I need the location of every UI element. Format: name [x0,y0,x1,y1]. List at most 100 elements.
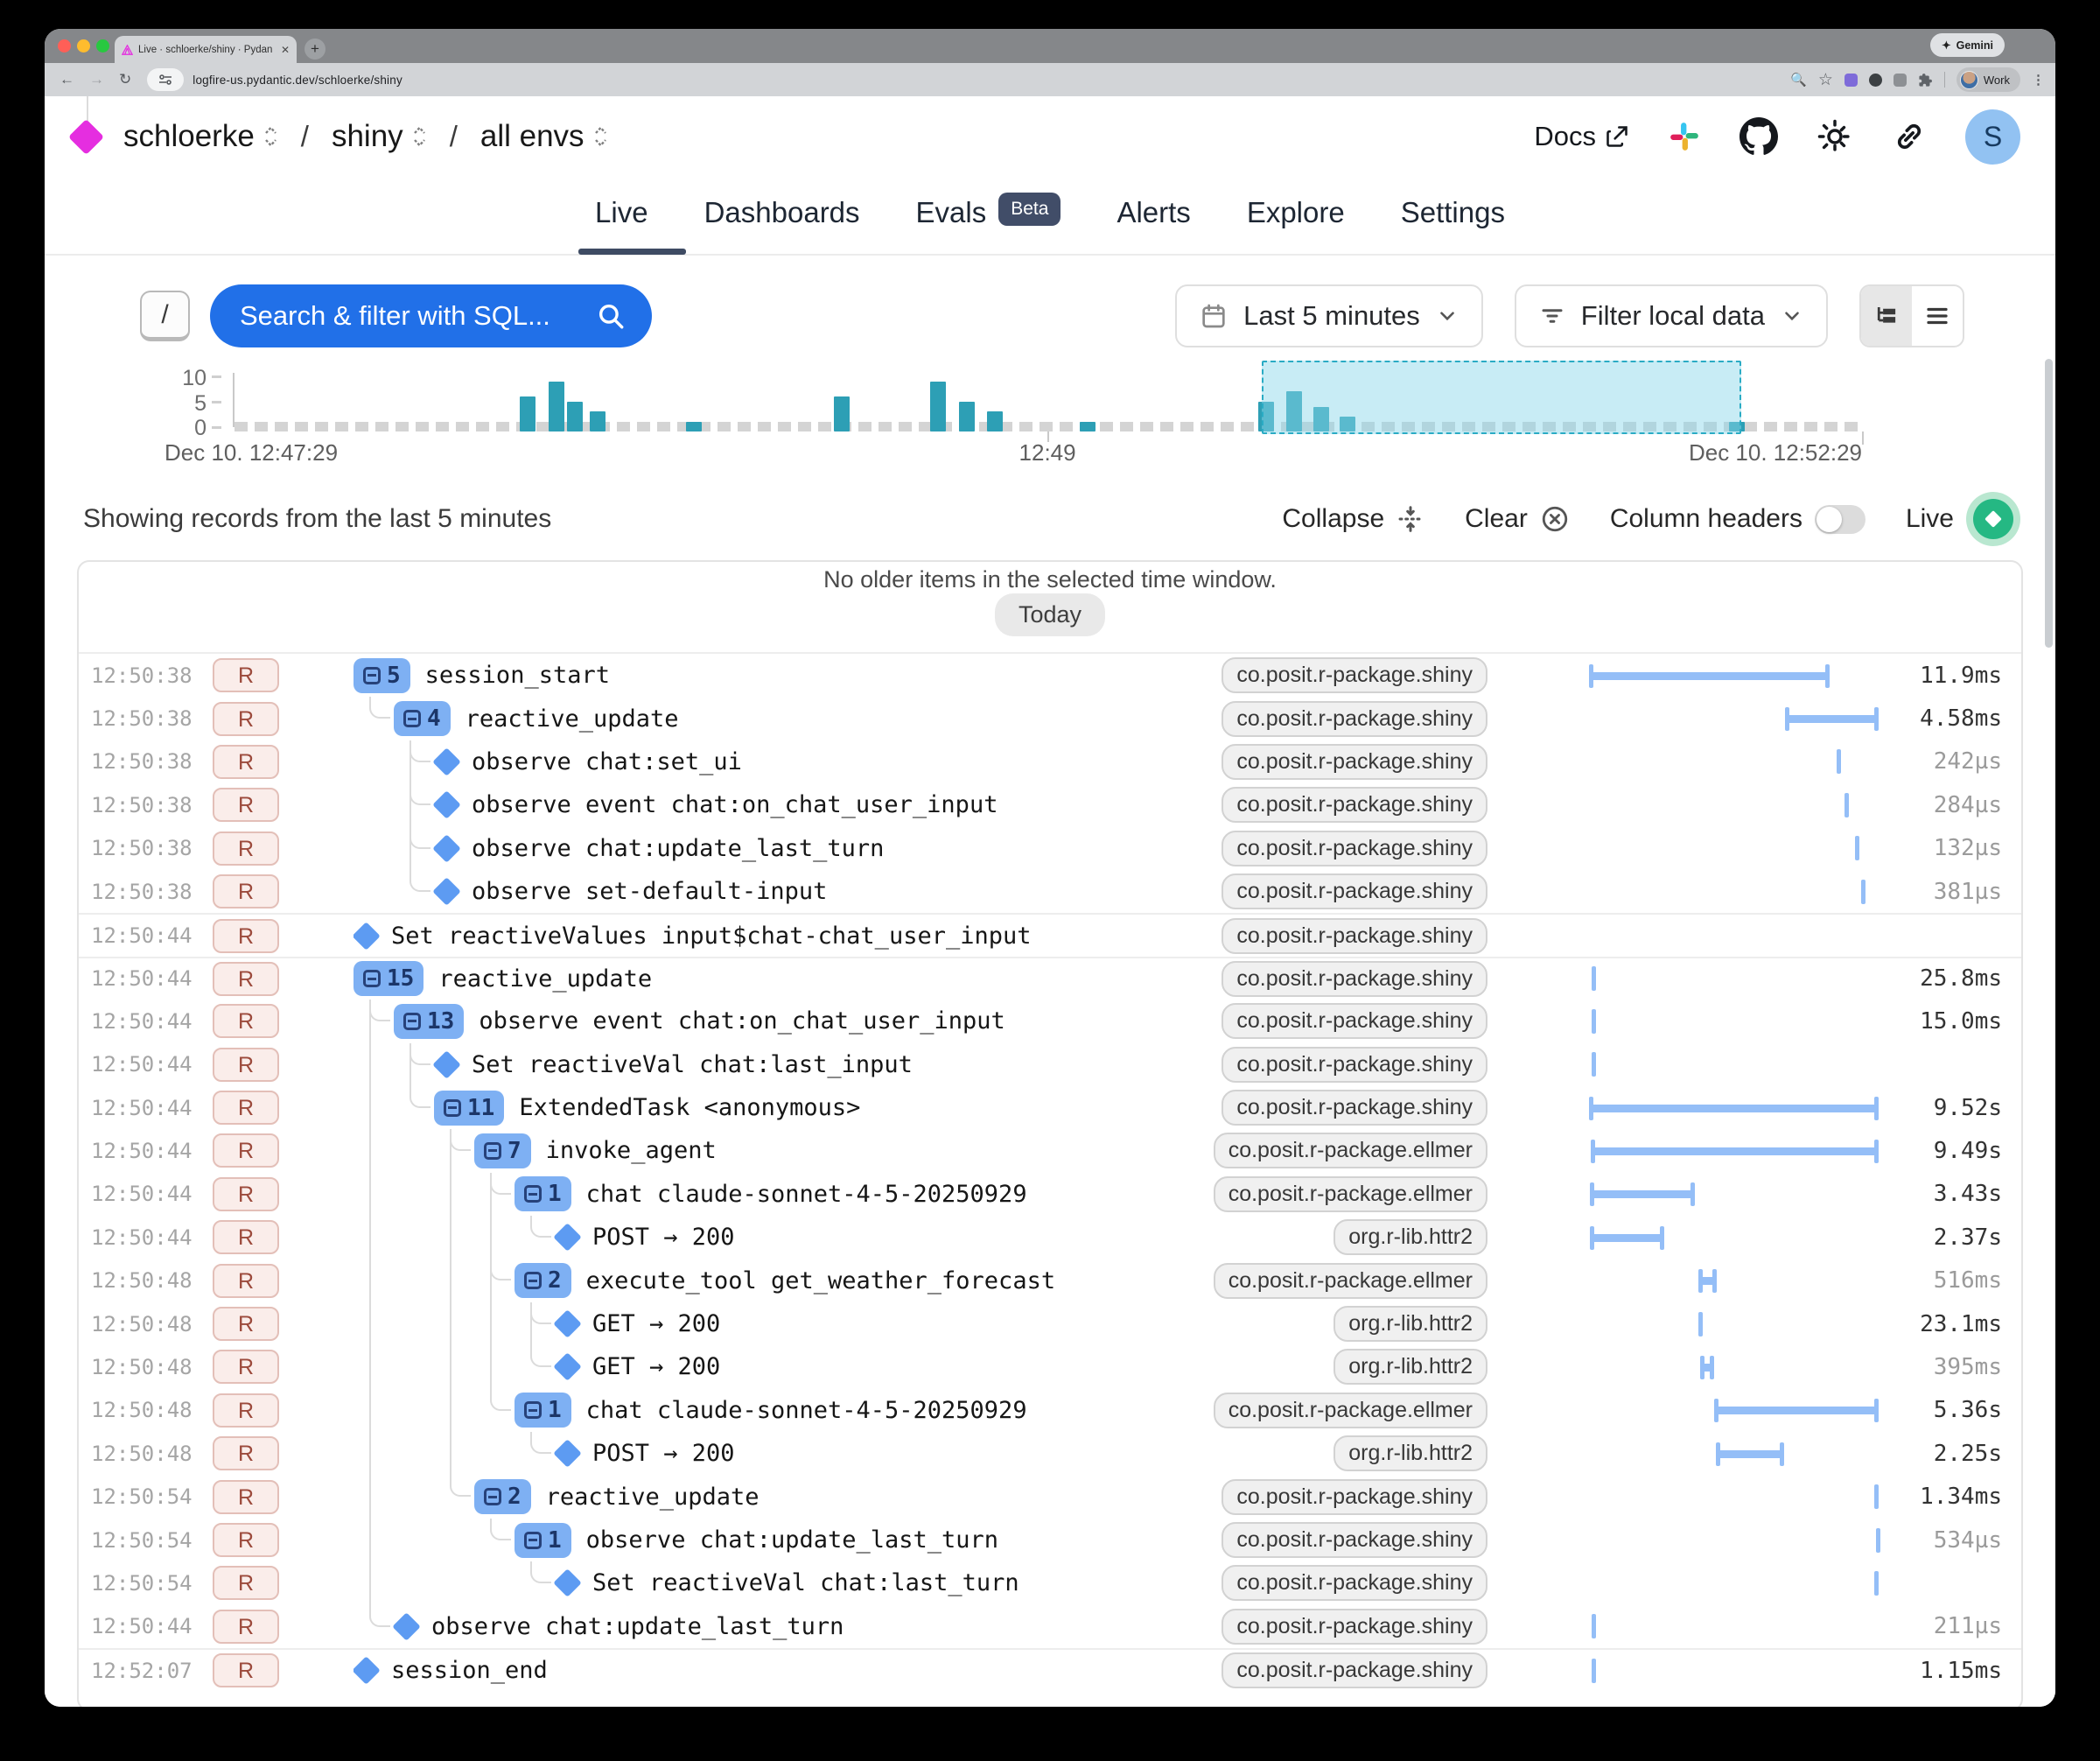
scope-tag[interactable]: org.r-lib.httr2 [1334,1306,1488,1342]
tab-alerts[interactable]: Alerts [1116,196,1190,229]
collapse-badge[interactable]: 2 [514,1263,571,1298]
table-row[interactable]: 12:50:44R7invoke_agentco.posit.r-package… [79,1129,2021,1172]
github-icon[interactable] [1740,117,1778,156]
time-range-dropdown[interactable]: Last 5 minutes [1175,284,1483,347]
traffic-maximize-button[interactable] [96,39,109,53]
tab-evals[interactable]: EvalsBeta [916,196,1061,229]
browser-tab[interactable]: Live · schloerke/shiny · Pydan ✕ [115,36,297,63]
scope-tag[interactable]: co.posit.r-package.shiny [1222,1047,1488,1083]
clear-button[interactable]: Clear [1465,504,1570,534]
table-row[interactable]: 12:50:38R4reactive_updateco.posit.r-pack… [79,697,2021,740]
table-row[interactable]: 12:50:48RGET → 200org.r-lib.httr2395ms [79,1345,2021,1388]
scope-tag[interactable]: co.posit.r-package.shiny [1222,1652,1488,1688]
scope-tag[interactable]: co.posit.r-package.shiny [1222,918,1488,954]
extensions-puzzle-icon[interactable] [1918,73,1933,88]
collapse-badge[interactable]: 15 [354,961,424,996]
docs-link[interactable]: Docs [1534,121,1629,152]
share-link-icon[interactable] [1892,119,1927,154]
collapse-badge[interactable]: 1 [514,1393,571,1428]
collapse-badge[interactable]: 7 [474,1133,531,1168]
column-headers-toggle[interactable] [1815,505,1866,534]
table-row[interactable]: 12:50:54RSet reactiveVal chat:last_turnc… [79,1561,2021,1604]
time-selection-region[interactable] [1262,361,1742,434]
table-row[interactable]: 12:50:38Robserve event chat:on_chat_user… [79,783,2021,826]
collapse-badge[interactable]: 5 [354,658,410,693]
table-row[interactable]: 12:50:44Robserve chat:update_last_turnco… [79,1605,2021,1648]
collapse-badge[interactable]: 1 [514,1176,571,1211]
histogram-bar[interactable] [549,382,564,431]
scrollbar-thumb[interactable] [2045,359,2053,648]
new-tab-button[interactable]: + [304,39,326,60]
list-view-button[interactable] [1912,286,1963,346]
tree-view-button[interactable] [1861,286,1912,346]
scope-tag[interactable]: co.posit.r-package.shiny [1222,701,1488,737]
table-row[interactable]: 12:50:48RPOST → 200org.r-lib.httr22.25s [79,1432,2021,1475]
forward-icon[interactable]: → [89,71,104,88]
tab-dashboards[interactable]: Dashboards [704,196,860,229]
scope-tag[interactable]: co.posit.r-package.ellmer [1214,1393,1488,1428]
scope-tag[interactable]: co.posit.r-package.ellmer [1214,1263,1488,1299]
histogram-bar[interactable] [590,411,606,431]
scope-tag[interactable]: co.posit.r-package.shiny [1222,1479,1488,1515]
scope-tag[interactable]: co.posit.r-package.shiny [1222,744,1488,780]
collapse-button[interactable]: Collapse [1282,504,1424,534]
collapse-badge[interactable]: 2 [474,1479,531,1514]
env-selector[interactable]: all envs [480,119,608,154]
collapse-badge[interactable]: 1 [514,1523,571,1558]
table-row[interactable]: 12:50:38Robserve set-default-inputco.pos… [79,870,2021,913]
project-selector[interactable]: shiny [332,119,427,154]
scope-tag[interactable]: co.posit.r-package.shiny [1222,831,1488,866]
table-row[interactable]: 12:50:44R1chat claude-sonnet-4-5-2025092… [79,1173,2021,1216]
table-row[interactable]: 12:50:38R5session_startco.posit.r-packag… [79,654,2021,697]
histogram-bar[interactable] [834,396,850,431]
table-row[interactable]: 12:50:54R1observe chat:update_last_turnc… [79,1519,2021,1561]
gear-extension-icon[interactable] [1869,74,1882,87]
slack-icon[interactable] [1668,120,1701,153]
table-row[interactable]: 12:50:48R2execute_tool get_weather_forec… [79,1259,2021,1301]
collapse-badge[interactable]: 13 [394,1004,464,1039]
scope-tag[interactable]: co.posit.r-package.shiny [1222,873,1488,909]
site-info-button[interactable] [147,68,184,91]
traffic-minimize-button[interactable] [77,39,90,53]
collapse-badge[interactable]: 11 [434,1091,504,1126]
camera-extension-icon[interactable] [1894,74,1907,87]
search-sql-button[interactable]: Search & filter with SQL... [210,284,652,347]
tab-close-icon[interactable]: ✕ [281,44,290,56]
table-row[interactable]: 12:50:44RSet reactiveValues input$chat-c… [79,913,2021,956]
histogram-bar[interactable] [567,402,583,431]
bookmark-star-icon[interactable]: ☆ [1818,70,1833,90]
zoom-page-icon[interactable]: 🔍 [1790,72,1807,88]
scope-tag[interactable]: org.r-lib.httr2 [1334,1349,1488,1385]
histogram-bar[interactable] [959,402,975,431]
theme-sun-icon[interactable] [1816,118,1853,155]
table-row[interactable]: 12:50:54R2reactive_updateco.posit.r-pack… [79,1475,2021,1518]
traffic-close-button[interactable] [58,39,71,53]
scope-tag[interactable]: co.posit.r-package.shiny [1222,1565,1488,1601]
scope-tag[interactable]: org.r-lib.httr2 [1334,1435,1488,1471]
table-row[interactable]: 12:50:48RGET → 200org.r-lib.httr223.1ms [79,1302,2021,1345]
table-row[interactable]: 12:50:48R1chat claude-sonnet-4-5-2025092… [79,1389,2021,1432]
gemini-button[interactable]: ✦ Gemini [1930,33,2005,57]
histogram-bar[interactable] [1080,422,1096,431]
scope-tag[interactable]: co.posit.r-package.shiny [1222,657,1488,693]
scope-tag[interactable]: co.posit.r-package.shiny [1222,1609,1488,1645]
histogram-bar[interactable] [520,396,536,431]
table-row[interactable]: 12:50:44R15reactive_updateco.posit.r-pac… [79,957,2021,1000]
table-row[interactable]: 12:50:44RPOST → 200org.r-lib.httr22.37s [79,1216,2021,1259]
back-icon[interactable]: ← [60,71,74,88]
scope-tag[interactable]: co.posit.r-package.shiny [1222,1090,1488,1126]
table-row[interactable]: 12:50:38Robserve chat:set_uico.posit.r-p… [79,740,2021,783]
url-field[interactable]: logfire-us.pydantic.dev/schloerke/shiny [192,74,402,87]
tab-settings[interactable]: Settings [1401,196,1505,229]
profile-chip[interactable]: Work [1956,67,2020,92]
extension-icon[interactable] [1844,74,1858,87]
scope-tag[interactable]: co.posit.r-package.ellmer [1214,1133,1488,1168]
scope-tag[interactable]: co.posit.r-package.shiny [1222,787,1488,823]
table-row[interactable]: 12:50:44RSet reactiveVal chat:last_input… [79,1043,2021,1086]
org-selector[interactable]: schloerke [123,119,278,154]
collapse-badge[interactable]: 4 [394,701,451,736]
table-row[interactable]: 12:50:44R13observe event chat:on_chat_us… [79,1000,2021,1042]
reload-icon[interactable]: ↻ [119,71,131,88]
table-row[interactable]: 12:52:07Rsession_endco.posit.r-package.s… [79,1648,2021,1691]
user-avatar[interactable]: S [1965,109,2020,165]
